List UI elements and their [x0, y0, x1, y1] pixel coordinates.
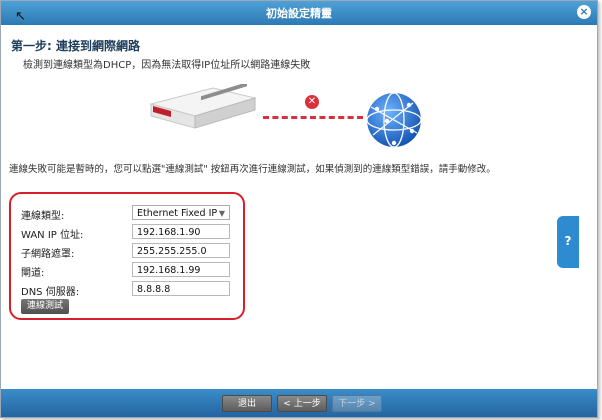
wizard-window: 初始設定精靈 × ↖ 第一步: 連接到網際網路 檢測到連線類型為DHCP，因為無…	[0, 0, 598, 418]
help-icon: ?	[564, 234, 572, 248]
exit-button[interactable]: 退出	[222, 395, 272, 412]
connection-test-button[interactable]: 連線測試	[21, 299, 70, 314]
status-message: 檢測到連線類型為DHCP，因為無法取得IP位址所以網路連線失敗	[23, 60, 311, 71]
gateway-field[interactable]: 192.168.1.99	[132, 262, 230, 277]
mouse-cursor-icon: ↖	[15, 9, 26, 24]
dns-server-field[interactable]: 8.8.8.8	[132, 281, 230, 296]
subnet-mask-value: 255.255.255.0	[137, 246, 207, 257]
step-title: 第一步: 連接到網際網路	[11, 39, 140, 53]
dns-server-value: 8.8.8.8	[137, 284, 171, 295]
wan-ip-label: WAN IP 位址:	[21, 230, 84, 241]
window-title: 初始設定精靈	[266, 7, 332, 20]
help-tab[interactable]: ?	[557, 216, 579, 268]
title-bar: 初始設定精靈 ×	[1, 1, 597, 25]
connection-settings-form: 連線類型: Ethernet Fixed IP ▼ WAN IP 位址: 192…	[9, 192, 245, 320]
next-button[interactable]: 下一步 >	[332, 395, 382, 412]
wan-ip-field[interactable]: 192.168.1.90	[132, 224, 230, 239]
connection-type-select[interactable]: Ethernet Fixed IP ▼	[132, 205, 230, 220]
retry-hint: 連線失敗可能是暫時的，您可以點選"連線測試" 按鈕再次進行連線測試，如果偵測到的…	[9, 164, 496, 175]
firewall-device-icon	[149, 84, 257, 129]
footer-bar: 退出 < 上一步 下一步 >	[1, 389, 597, 417]
connection-type-label: 連線類型:	[21, 211, 65, 222]
subnet-mask-label: 子網路遮罩:	[21, 249, 75, 260]
close-icon[interactable]: ×	[577, 5, 591, 19]
previous-button[interactable]: < 上一步	[277, 395, 327, 412]
gateway-label: 閘道:	[21, 268, 45, 279]
wan-ip-value: 192.168.1.90	[137, 227, 201, 238]
connection-type-value: Ethernet Fixed IP	[137, 208, 218, 219]
dns-server-label: DNS 伺服器:	[21, 287, 80, 298]
globe-icon	[366, 92, 422, 148]
error-icon: ✕	[305, 95, 319, 109]
connection-line	[263, 116, 363, 119]
chevron-down-icon: ▼	[218, 209, 225, 218]
subnet-mask-field[interactable]: 255.255.255.0	[132, 243, 230, 258]
wizard-content: 第一步: 連接到網際網路 檢測到連線類型為DHCP，因為無法取得IP位址所以網路…	[1, 25, 597, 389]
gateway-value: 192.168.1.99	[137, 265, 201, 276]
